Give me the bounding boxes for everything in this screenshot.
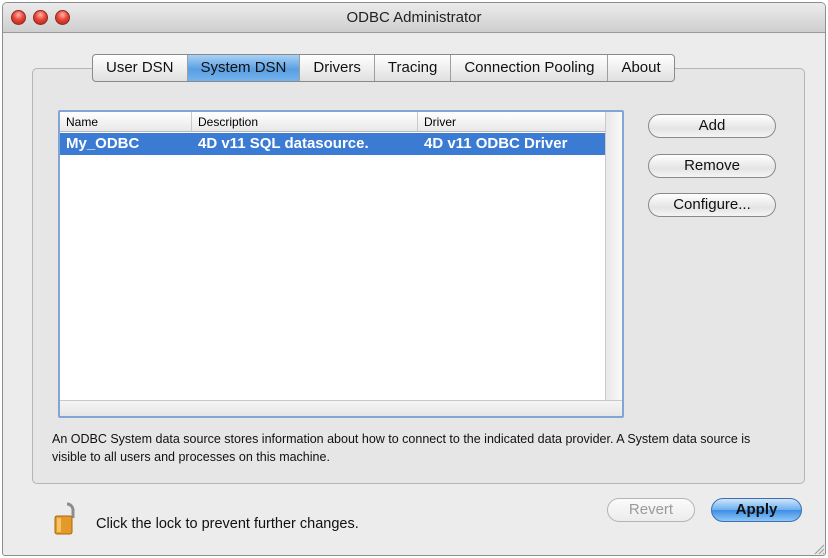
table-row[interactable]: My_ODBC 4D v11 SQL datasource. 4D v11 OD… [60, 133, 605, 155]
column-header-driver[interactable]: Driver [418, 112, 605, 132]
resize-grip-icon[interactable] [813, 543, 825, 555]
row-name: My_ODBC [66, 135, 140, 152]
tab-system-dsn[interactable]: System DSN [187, 55, 301, 81]
dsn-table[interactable]: Name Description Driver My_ODBC 4D v11 S… [58, 110, 624, 418]
row-driver: 4D v11 ODBC Driver [424, 135, 568, 152]
tab-user-dsn[interactable]: User DSN [93, 55, 188, 81]
add-button[interactable]: Add [648, 114, 776, 138]
table-header: Name Description Driver [60, 112, 605, 132]
window-title: ODBC Administrator [346, 9, 482, 26]
tab-connection-pooling[interactable]: Connection Pooling [451, 55, 609, 81]
row-description: 4D v11 SQL datasource. [198, 135, 369, 152]
title-bar[interactable]: ODBC Administrator [3, 3, 825, 33]
column-header-name[interactable]: Name [60, 112, 192, 132]
remove-button[interactable]: Remove [648, 154, 776, 178]
lock-icon[interactable] [54, 500, 80, 536]
configure-button[interactable]: Configure... [648, 193, 776, 217]
tab-about[interactable]: About [608, 55, 673, 81]
revert-button[interactable]: Revert [607, 498, 695, 522]
tab-drivers[interactable]: Drivers [300, 55, 375, 81]
description-text: An ODBC System data source stores inform… [52, 432, 751, 464]
column-header-description[interactable]: Description [192, 112, 418, 132]
lock-message: Click the lock to prevent further change… [96, 516, 359, 532]
tab-bar: User DSN System DSN Drivers Tracing Conn… [92, 54, 675, 82]
horizontal-scrollbar[interactable] [60, 400, 622, 416]
vertical-scrollbar[interactable] [605, 112, 622, 400]
apply-button[interactable]: Apply [711, 498, 802, 522]
tab-tracing[interactable]: Tracing [375, 55, 452, 81]
